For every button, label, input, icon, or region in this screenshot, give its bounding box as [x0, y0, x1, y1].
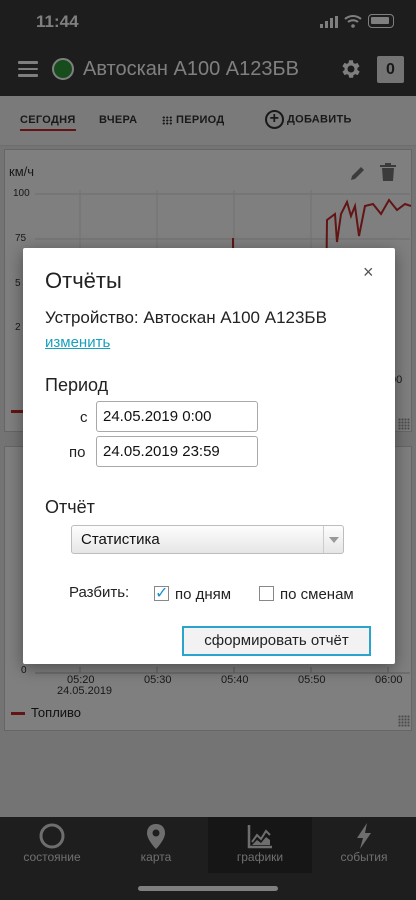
split-label: Разбить:	[69, 584, 130, 601]
close-icon[interactable]: ×	[363, 262, 374, 283]
by-days-label[interactable]: по дням	[175, 586, 231, 603]
by-days-checkbox[interactable]	[154, 583, 169, 603]
change-device-link[interactable]: изменить	[45, 334, 110, 351]
dialog-title: Отчёты	[45, 268, 122, 293]
period-heading: Период	[45, 375, 109, 395]
to-label: по	[69, 444, 86, 461]
report-type-select[interactable]: Статистика	[71, 525, 344, 554]
chevron-down-icon	[323, 526, 343, 553]
by-shifts-label[interactable]: по сменам	[280, 586, 354, 603]
from-date-input[interactable]	[96, 401, 258, 432]
from-label: с	[80, 409, 88, 426]
generate-report-button[interactable]: сформировать отчёт	[182, 626, 371, 656]
reports-dialog: Отчёты × Устройство: Автоскан А100 А123Б…	[23, 248, 395, 664]
by-shifts-checkbox[interactable]	[259, 586, 274, 601]
to-date-input[interactable]	[96, 436, 258, 467]
report-type-value: Статистика	[81, 531, 160, 548]
report-heading: Отчёт	[45, 497, 95, 517]
device-label: Устройство: Автоскан А100 А123БВ	[45, 308, 327, 327]
